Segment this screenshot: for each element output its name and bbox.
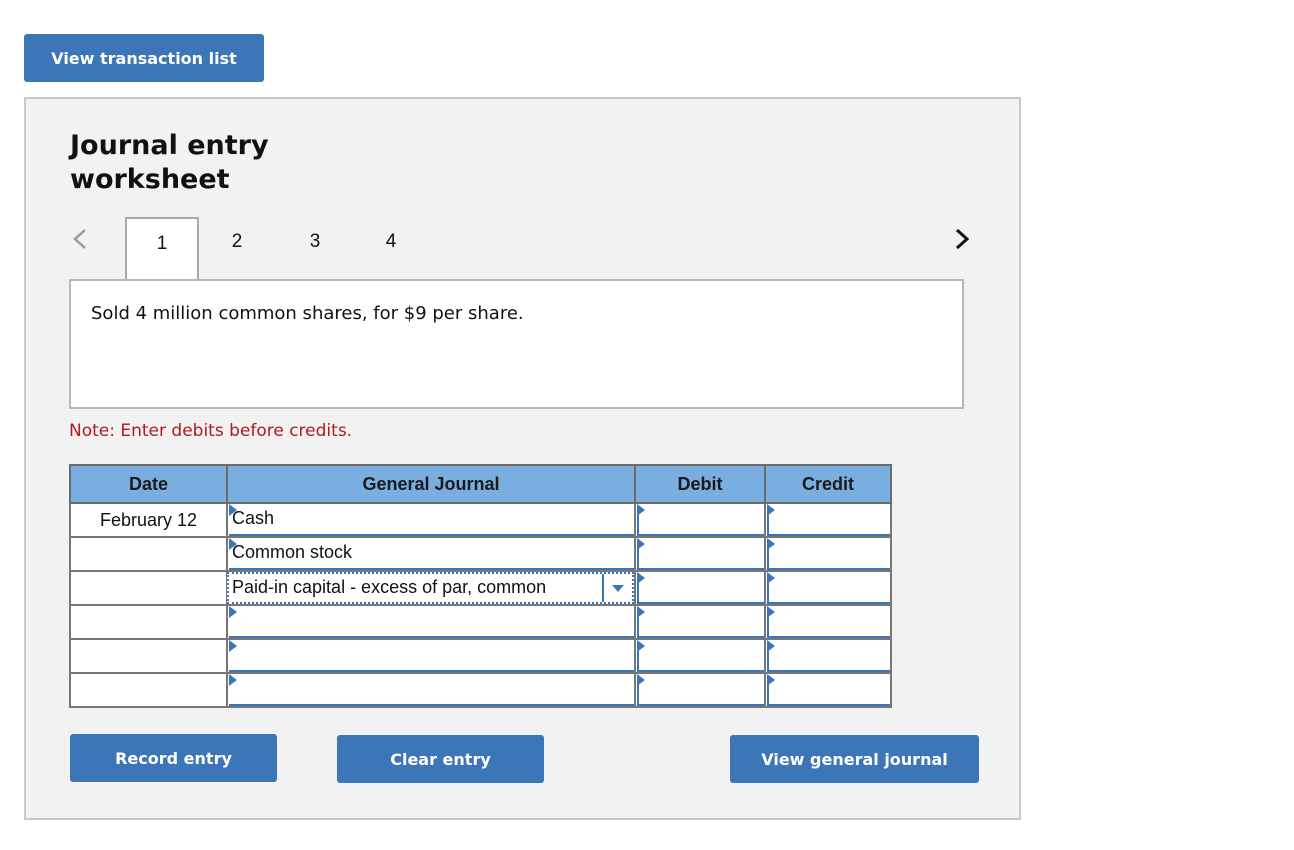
input-marker-icon — [767, 606, 775, 618]
credit-cell — [764, 638, 892, 674]
tab-1[interactable]: 1 — [125, 217, 199, 279]
table-row: Paid-in capital - excess of par, common — [69, 570, 892, 606]
table-row: Common stock — [69, 536, 892, 572]
tab-label: 4 — [385, 231, 397, 252]
credit-column-header: Credit — [764, 464, 892, 504]
journal-entry-table: Date General Journal Debit Credit Februa… — [69, 464, 892, 708]
input-marker-icon — [767, 640, 775, 652]
credit-input[interactable] — [767, 607, 890, 638]
credit-cell — [764, 536, 892, 572]
date-cell[interactable] — [69, 570, 228, 606]
chevron-right-icon[interactable] — [952, 225, 976, 257]
tab-label: 3 — [309, 231, 321, 252]
input-marker-icon — [637, 504, 645, 516]
account-cell: Paid-in capital - excess of par, common — [226, 570, 636, 606]
input-marker-icon — [637, 538, 645, 550]
account-cell: Cash — [226, 502, 636, 538]
account-value: Paid-in capital - excess of par, common — [232, 577, 547, 597]
account-cell: Common stock — [226, 536, 636, 572]
debit-input[interactable] — [637, 573, 764, 604]
chevron-left-icon[interactable] — [70, 225, 94, 257]
tab-3[interactable]: 3 — [277, 217, 353, 279]
input-marker-icon — [229, 504, 237, 516]
credit-cell — [764, 672, 892, 708]
account-value: Cash — [232, 508, 275, 528]
tab-2[interactable]: 2 — [199, 217, 275, 279]
date-cell[interactable] — [69, 638, 228, 674]
journal-entry-worksheet-panel: Journal entry worksheet 1 2 3 4 Sold 4 m… — [24, 97, 1021, 820]
caret-down-icon — [612, 584, 624, 592]
debit-input[interactable] — [637, 539, 764, 570]
credit-cell — [764, 604, 892, 640]
debit-cell — [634, 672, 766, 708]
table-header-row: Date General Journal Debit Credit — [69, 464, 892, 504]
credit-cell — [764, 570, 892, 606]
view-general-journal-button[interactable]: View general journal — [730, 735, 979, 783]
entry-note: Note: Enter debits before credits. — [69, 421, 353, 441]
account-select[interactable] — [229, 607, 634, 638]
input-marker-icon — [767, 674, 775, 686]
debit-cell — [634, 536, 766, 572]
record-entry-button[interactable]: Record entry — [70, 734, 277, 782]
account-cell — [226, 672, 636, 708]
transaction-description: Sold 4 million common shares, for $9 per… — [91, 303, 524, 324]
table-row: February 12 Cash — [69, 502, 892, 538]
debit-input[interactable] — [637, 505, 764, 536]
debit-cell — [634, 638, 766, 674]
debit-input[interactable] — [637, 607, 764, 638]
credit-input[interactable] — [767, 641, 890, 672]
date-cell[interactable] — [69, 536, 228, 572]
credit-input[interactable] — [767, 675, 890, 706]
table-row — [69, 604, 892, 640]
tab-label: 1 — [156, 233, 168, 254]
tab-label: 2 — [231, 231, 243, 252]
tab-4[interactable]: 4 — [353, 217, 429, 279]
input-marker-icon — [767, 572, 775, 584]
input-marker-icon — [229, 640, 237, 652]
input-marker-icon — [637, 640, 645, 652]
account-select[interactable] — [229, 641, 634, 672]
general-journal-column-header: General Journal — [226, 464, 636, 504]
input-marker-icon — [637, 606, 645, 618]
account-select[interactable]: Paid-in capital - excess of par, common — [227, 572, 634, 604]
credit-input[interactable] — [767, 505, 890, 536]
input-marker-icon — [229, 538, 237, 550]
input-marker-icon — [229, 674, 237, 686]
table-row — [69, 638, 892, 674]
date-cell[interactable] — [69, 672, 228, 708]
account-cell — [226, 638, 636, 674]
credit-input[interactable] — [767, 539, 890, 570]
debit-cell — [634, 502, 766, 538]
date-cell[interactable] — [69, 604, 228, 640]
debit-cell — [634, 604, 766, 640]
table-row — [69, 672, 892, 708]
date-column-header: Date — [69, 464, 228, 504]
input-marker-icon — [229, 606, 237, 618]
input-marker-icon — [637, 572, 645, 584]
input-marker-icon — [767, 504, 775, 516]
debit-input[interactable] — [637, 675, 764, 706]
debit-input[interactable] — [637, 641, 764, 672]
debit-column-header: Debit — [634, 464, 766, 504]
credit-input[interactable] — [767, 573, 890, 604]
debit-cell — [634, 570, 766, 606]
worksheet-title: Journal entry worksheet — [70, 130, 269, 195]
account-select[interactable]: Cash — [229, 505, 634, 536]
account-select[interactable]: Common stock — [229, 539, 634, 570]
input-marker-icon — [637, 674, 645, 686]
account-value: Common stock — [232, 542, 353, 562]
transaction-description-box: Sold 4 million common shares, for $9 per… — [69, 279, 964, 409]
account-cell — [226, 604, 636, 640]
date-cell[interactable]: February 12 — [69, 502, 228, 538]
view-transaction-list-button[interactable]: View transaction list — [24, 34, 264, 82]
clear-entry-button[interactable]: Clear entry — [337, 735, 544, 783]
input-marker-icon — [767, 538, 775, 550]
account-dropdown-button[interactable] — [602, 574, 632, 602]
account-select[interactable] — [229, 675, 634, 706]
credit-cell — [764, 502, 892, 538]
